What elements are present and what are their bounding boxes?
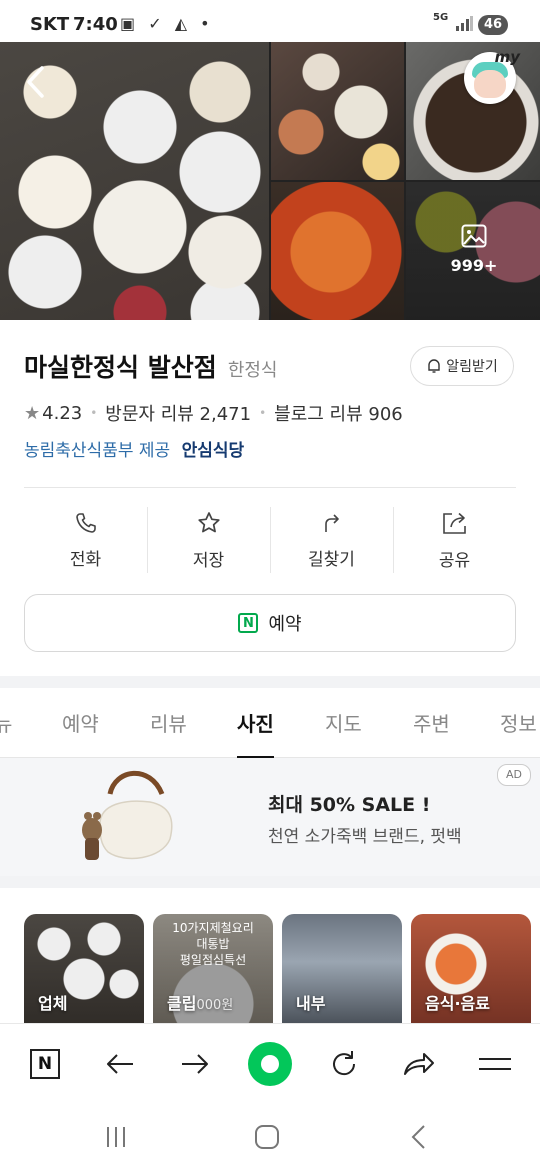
- photo-thumb[interactable]: [271, 182, 404, 320]
- hamburger-menu-icon: [479, 1058, 511, 1070]
- thumb-label: 내부: [296, 994, 326, 1013]
- green-dot-icon: [248, 1042, 292, 1086]
- arrow-right-icon: [182, 1054, 208, 1074]
- phone-icon: [75, 512, 96, 533]
- forward-button[interactable]: [172, 1042, 218, 1086]
- blog-reviews-link[interactable]: 블로그 리뷰 906: [274, 400, 403, 426]
- star-icon: [197, 511, 220, 532]
- home-icon: [255, 1125, 279, 1149]
- stats-row: ★ 4.23 • 방문자 리뷰 2,471 • 블로그 리뷰 906: [24, 400, 403, 426]
- naver-home-button[interactable]: N: [22, 1042, 68, 1086]
- call-label: 전화: [69, 549, 102, 570]
- safe-restaurant-row[interactable]: 농림축산식품부 제공 안심식당: [24, 436, 244, 461]
- tab-map[interactable]: 지도: [325, 708, 362, 737]
- place-name: 마실한정식 발산점: [24, 353, 217, 382]
- system-back-button[interactable]: [399, 1117, 439, 1157]
- system-nav-bar: [0, 1103, 540, 1170]
- provider-text: 농림축산식품부 제공: [24, 441, 171, 461]
- photo-category-interior[interactable]: 내부: [282, 914, 402, 1023]
- tab-bar: 뉴 예약 리뷰 사진 지도 주변 정보: [0, 688, 540, 759]
- back-button[interactable]: [97, 1042, 143, 1086]
- call-button[interactable]: 전화: [24, 505, 147, 575]
- ad-title: 최대 50% SALE !: [268, 794, 431, 816]
- photo-gallery[interactable]: my 999+: [0, 42, 540, 320]
- reserve-button[interactable]: N 예약: [24, 594, 516, 652]
- recent-apps-button[interactable]: [96, 1117, 136, 1157]
- save-button[interactable]: 저장: [147, 505, 270, 575]
- safe-restaurant-label: 안심식당: [181, 441, 245, 461]
- section-gap: [0, 676, 540, 688]
- place-category: 한정식: [227, 360, 278, 381]
- tab-menu[interactable]: 뉴: [0, 708, 12, 737]
- photo-category-food-drink[interactable]: 음식·음료: [411, 914, 531, 1023]
- battery-indicator: 46: [478, 15, 508, 35]
- naver-n-icon: N: [30, 1049, 60, 1079]
- network-type: 5G: [433, 12, 449, 23]
- bell-plus-icon: [428, 359, 440, 373]
- save-label: 저장: [192, 550, 225, 571]
- photo-category-clip[interactable]: 10가지제철요리 대통밥 평일점심특선 클립000원: [153, 914, 273, 1023]
- signal-icon: [456, 16, 473, 31]
- share-button[interactable]: 공유: [393, 505, 516, 575]
- share-label: 공유: [438, 550, 471, 571]
- more-photos-count: 999+: [450, 256, 498, 275]
- browser-toolbar: N: [0, 1023, 540, 1103]
- photo-category-business[interactable]: 업체: [24, 914, 144, 1023]
- refresh-button[interactable]: [321, 1042, 367, 1086]
- divider: [24, 487, 516, 488]
- directions-icon: [324, 513, 339, 532]
- directions-button[interactable]: 길찾기: [270, 505, 393, 575]
- refresh-icon: [333, 1051, 356, 1076]
- visitor-reviews-link[interactable]: 방문자 리뷰 2,471: [105, 400, 251, 426]
- clock: 7:40: [73, 14, 118, 35]
- green-dot-button[interactable]: [247, 1042, 293, 1086]
- tab-nearby[interactable]: 주변: [413, 708, 450, 737]
- naver-booking-icon: N: [238, 613, 259, 633]
- share-page-button[interactable]: [396, 1042, 442, 1086]
- rating-star-icon: ★: [24, 402, 41, 424]
- place-title: 마실한정식 발산점 한정식: [24, 348, 278, 384]
- rating-value: 4.23: [42, 402, 83, 424]
- menu-button[interactable]: [472, 1042, 518, 1086]
- photo-category-list: 업체 10가지제철요리 대통밥 평일점심특선 클립000원 내부 음식·음료: [0, 888, 540, 1023]
- tab-reviews[interactable]: 리뷰: [150, 708, 187, 737]
- home-button[interactable]: [247, 1117, 287, 1157]
- my-label-icon: my: [494, 48, 520, 66]
- photo-thumb[interactable]: [271, 42, 404, 180]
- thumb-label: 클립000원: [167, 994, 234, 1013]
- ad-badge[interactable]: AD: [497, 764, 531, 786]
- carrier-label: SKT: [30, 14, 70, 35]
- thumb-label: 음식·음료: [425, 994, 490, 1013]
- status-bar: SKT 7:40 ▣ ✓ ◭ • 5G 46: [0, 0, 540, 42]
- image-icon: [461, 224, 487, 248]
- reserve-label: 예약: [268, 614, 302, 635]
- handbag-image: [82, 770, 173, 860]
- ad-subtitle: 천연 소가죽백 브랜드, 펏백: [268, 827, 462, 847]
- more-photos[interactable]: 999+: [450, 224, 498, 275]
- system-back-icon: [411, 1125, 425, 1149]
- tab-photos[interactable]: 사진: [237, 708, 274, 759]
- alarm-label: 알림받기: [446, 359, 498, 375]
- my-avatar[interactable]: my: [464, 48, 520, 104]
- back-arrow-icon[interactable]: [22, 62, 48, 102]
- directions-label: 길찾기: [308, 549, 355, 570]
- forward-share-icon: [404, 1053, 434, 1075]
- alarm-button[interactable]: 알림받기: [410, 346, 514, 386]
- recent-apps-icon: [107, 1127, 125, 1147]
- share-icon: [442, 512, 466, 534]
- ad-banner[interactable]: 최대 50% SALE ! 천연 소가죽백 브랜드, 펏백 AD: [0, 758, 540, 876]
- tab-info[interactable]: 정보: [500, 708, 537, 737]
- clip-overlay-text: 10가지제철요리 대통밥 평일점심특선: [172, 921, 254, 967]
- arrow-left-icon: [107, 1054, 133, 1074]
- tab-reservation[interactable]: 예약: [62, 708, 99, 737]
- action-row: 전화 저장 길찾기 공유: [24, 505, 516, 575]
- notification-icons: ▣ ✓ ◭ •: [120, 14, 214, 33]
- section-gap: [0, 876, 540, 888]
- thumb-label: 업체: [38, 994, 68, 1013]
